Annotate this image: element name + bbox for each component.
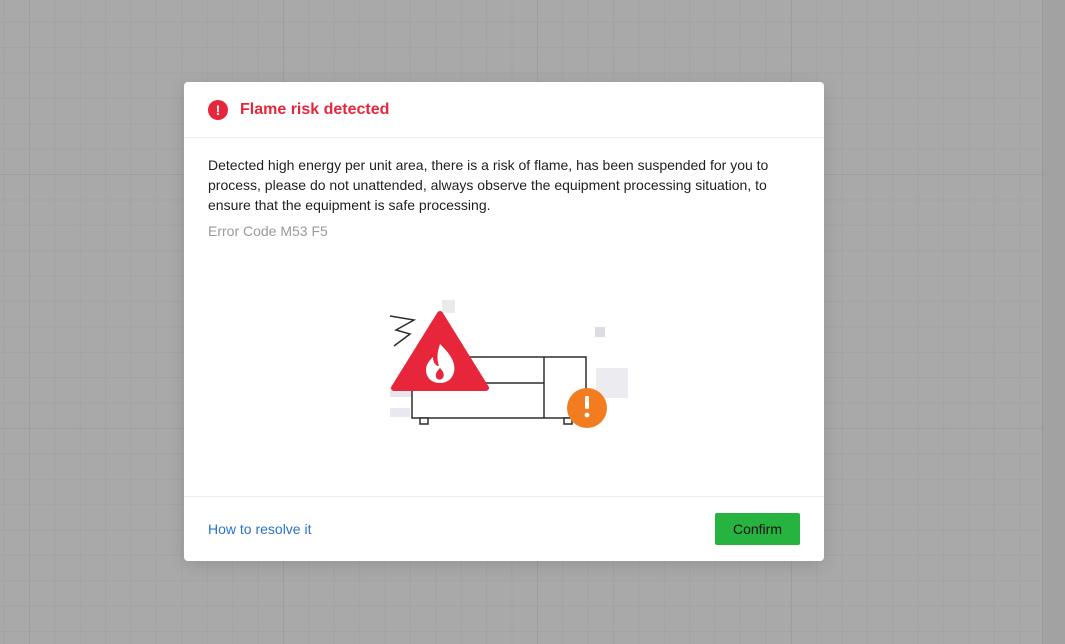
dialog-footer: How to resolve it Confirm (184, 496, 824, 561)
dialog-body: Detected high energy per unit area, ther… (184, 138, 824, 496)
exclamation-badge-icon (567, 388, 607, 428)
error-code: Error Code M53 F5 (208, 223, 328, 239)
dialog-header: ! Flame risk detected (184, 82, 824, 138)
flame-warning-illustration (389, 300, 628, 428)
exclamation-circle-icon: ! (208, 99, 228, 120)
dialog-title: Flame risk detected (240, 100, 390, 118)
right-edge-panel (1042, 0, 1065, 644)
flame-risk-dialog: ! Flame risk detected Detected high ener… (184, 82, 824, 561)
flame-warning-icon (391, 311, 489, 391)
confirm-button[interactable]: Confirm (715, 513, 800, 545)
dialog-message: Detected high energy per unit area, ther… (208, 157, 769, 213)
how-to-resolve-link[interactable]: How to resolve it (208, 521, 311, 537)
